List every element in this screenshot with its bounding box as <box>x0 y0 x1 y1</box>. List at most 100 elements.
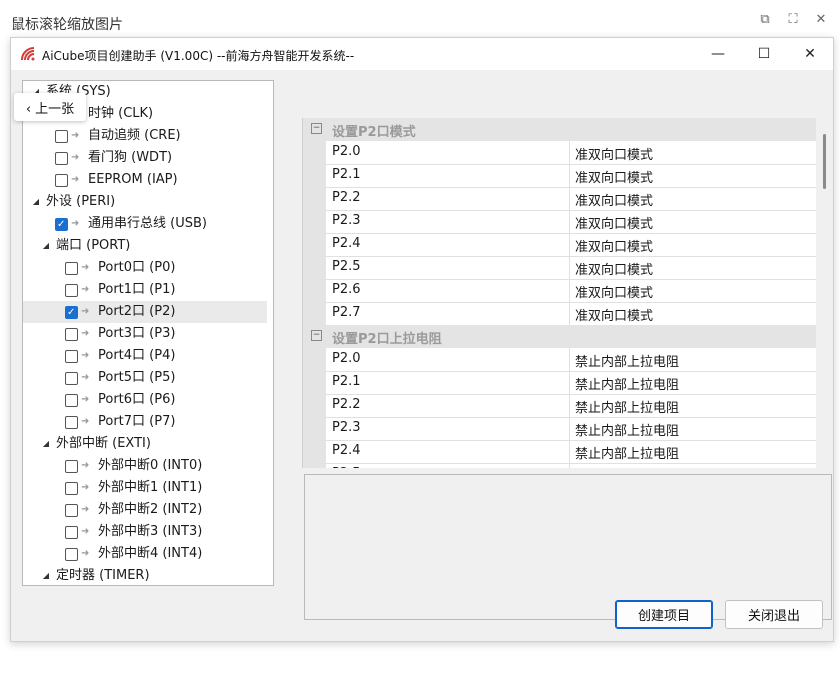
collapse-icon[interactable]: − <box>311 123 322 134</box>
expand-arrow-icon[interactable]: ◢ <box>41 565 51 585</box>
grid-row-gutter <box>303 440 326 463</box>
grid-row-gutter <box>303 302 326 325</box>
tree-item-label: Port3口 (P3) <box>98 326 176 341</box>
tree-item-checkbox[interactable] <box>55 130 68 143</box>
arrow-icon: ➜ <box>71 152 80 163</box>
tree-item[interactable]: ➜ 外部中断4 (INT4) <box>23 543 267 565</box>
grid-row[interactable]: P2.5 准双向口模式 <box>303 256 816 280</box>
tree-item[interactable]: ➜ 自动追频 (CRE) <box>23 125 267 147</box>
tree-item-checkbox[interactable] <box>65 372 78 385</box>
tree-item[interactable]: ◢ 定时器 (TIMER) <box>23 565 267 585</box>
tree-item-checkbox[interactable] <box>55 174 68 187</box>
property-value[interactable]: 禁止内部上拉电阻 <box>575 466 679 468</box>
tree-item[interactable]: ➜ Port3口 (P3) <box>23 323 267 345</box>
tree-item[interactable]: ➜ 外部中断2 (INT2) <box>23 499 267 521</box>
property-value[interactable]: 准双向口模式 <box>575 259 653 278</box>
tree-item-checkbox[interactable] <box>65 460 78 473</box>
grid-row[interactable]: P2.3 准双向口模式 <box>303 210 816 234</box>
tree-item-checkbox[interactable] <box>65 416 78 429</box>
grid-row[interactable]: P2.4 禁止内部上拉电阻 <box>303 440 816 464</box>
tree-item-checkbox[interactable] <box>65 548 78 561</box>
tree-item[interactable]: ➜ EEPROM (IAP) <box>23 169 267 191</box>
tree-item-label: 外部中断1 (INT1) <box>98 480 203 495</box>
property-value[interactable]: 禁止内部上拉电阻 <box>575 374 679 393</box>
expand-arrow-icon[interactable]: ◢ <box>31 191 41 213</box>
collapse-icon[interactable]: − <box>311 330 322 341</box>
grid-category[interactable]: − 设置P2口模式 <box>303 118 816 141</box>
fullscreen-icon[interactable]: ⛶ <box>784 10 802 28</box>
grid-category[interactable]: − 设置P2口上拉电阻 <box>303 325 816 348</box>
grid-row[interactable]: P2.1 禁止内部上拉电阻 <box>303 371 816 395</box>
tree-item-checkbox[interactable] <box>55 152 68 165</box>
property-name: P2.0 <box>332 144 361 159</box>
module-tree[interactable]: ◢系统 (SYS)➜时钟 (CLK)➜自动追频 (CRE)➜看门狗 (WDT)➜… <box>22 80 274 586</box>
arrow-icon: ➜ <box>81 526 90 537</box>
grid-row[interactable]: P2.2 禁止内部上拉电阻 <box>303 394 816 418</box>
property-name: P2.7 <box>332 305 361 320</box>
tree-item[interactable]: ➜ Port1口 (P1) <box>23 279 267 301</box>
tree-item-checkbox[interactable] <box>65 526 78 539</box>
prev-image-button[interactable]: ‹ 上一张 <box>14 93 86 121</box>
grid-row[interactable]: P2.1 准双向口模式 <box>303 164 816 188</box>
tree-item-checkbox[interactable] <box>55 214 68 236</box>
tree-item[interactable]: ◢ 外设 (PERI) <box>23 191 267 213</box>
create-project-button[interactable]: 创建项目 <box>615 600 713 629</box>
grid-scrollbar[interactable] <box>823 134 826 189</box>
tree-item[interactable]: ➜ Port2口 (P2) <box>23 301 267 324</box>
property-value[interactable]: 禁止内部上拉电阻 <box>575 351 679 370</box>
property-value[interactable]: 禁止内部上拉电阻 <box>575 397 679 416</box>
grid-row[interactable]: P2.0 禁止内部上拉电阻 <box>303 348 816 372</box>
tree-item-checkbox[interactable] <box>65 482 78 495</box>
property-value[interactable]: 准双向口模式 <box>575 167 653 186</box>
expand-arrow-icon[interactable]: ◢ <box>41 235 51 257</box>
arrow-icon: ➜ <box>81 328 90 339</box>
tree-item-checkbox[interactable] <box>65 328 78 341</box>
tree-item-checkbox[interactable] <box>65 394 78 407</box>
tree-item[interactable]: ➜ 外部中断1 (INT1) <box>23 477 267 499</box>
tree-item-checkbox[interactable] <box>65 504 78 517</box>
tree-item[interactable]: ➜ 外部中断3 (INT3) <box>23 521 267 543</box>
property-value[interactable]: 准双向口模式 <box>575 144 653 163</box>
grid-row[interactable]: P2.0 准双向口模式 <box>303 141 816 165</box>
property-value[interactable]: 准双向口模式 <box>575 305 653 324</box>
expand-arrow-icon[interactable]: ◢ <box>41 433 51 455</box>
tree-item[interactable]: ◢ 外部中断 (EXTI) <box>23 433 267 455</box>
grid-row[interactable]: P2.5 禁止内部上拉电阻 <box>303 463 816 468</box>
tree-item[interactable]: ➜ Port7口 (P7) <box>23 411 267 433</box>
grid-row[interactable]: P2.3 禁止内部上拉电阻 <box>303 417 816 441</box>
tree-item-label: 时钟 (CLK) <box>88 106 154 121</box>
open-external-icon[interactable]: ⧉ <box>756 10 774 28</box>
maximize-button[interactable]: ☐ <box>741 38 787 70</box>
tree-item[interactable]: ➜ 外部中断0 (INT0) <box>23 455 267 477</box>
tree-item-checkbox[interactable] <box>65 350 78 363</box>
tree-item-checkbox[interactable] <box>65 302 78 324</box>
grid-row[interactable]: P2.6 准双向口模式 <box>303 279 816 303</box>
tree-item-label: 通用串行总线 (USB) <box>88 216 207 231</box>
property-grid[interactable]: − 设置P2口模式 P2.0 准双向口模式 P2.1 准双向口模式 P2.2 准双向口模式 P2… <box>302 118 816 468</box>
tree-item[interactable]: ➜ 通用串行总线 (USB) <box>23 213 267 236</box>
property-value[interactable]: 准双向口模式 <box>575 190 653 209</box>
tree-item-checkbox[interactable] <box>65 262 78 275</box>
property-value[interactable]: 准双向口模式 <box>575 213 653 232</box>
grid-row[interactable]: P2.2 准双向口模式 <box>303 187 816 211</box>
close-button[interactable]: ✕ <box>787 38 833 70</box>
tree-item[interactable]: ◢ 端口 (PORT) <box>23 235 267 257</box>
tree-item[interactable]: ➜ Port0口 (P0) <box>23 257 267 279</box>
minimize-button[interactable]: — <box>695 38 741 70</box>
column-divider <box>569 394 570 417</box>
tree-item[interactable]: ➜ Port5口 (P5) <box>23 367 267 389</box>
property-value[interactable]: 准双向口模式 <box>575 282 653 301</box>
tree-item[interactable]: ➜ 看门狗 (WDT) <box>23 147 267 169</box>
grid-row[interactable]: P2.7 准双向口模式 <box>303 302 816 326</box>
property-name: P2.3 <box>332 420 361 435</box>
close-viewer-icon[interactable]: ✕ <box>812 10 830 28</box>
column-divider <box>569 302 570 325</box>
property-value[interactable]: 准双向口模式 <box>575 236 653 255</box>
tree-item[interactable]: ➜ Port6口 (P6) <box>23 389 267 411</box>
tree-item[interactable]: ➜ Port4口 (P4) <box>23 345 267 367</box>
property-value[interactable]: 禁止内部上拉电阻 <box>575 420 679 439</box>
exit-button[interactable]: 关闭退出 <box>725 600 823 629</box>
grid-row[interactable]: P2.4 准双向口模式 <box>303 233 816 257</box>
tree-item-checkbox[interactable] <box>65 284 78 297</box>
property-value[interactable]: 禁止内部上拉电阻 <box>575 443 679 462</box>
